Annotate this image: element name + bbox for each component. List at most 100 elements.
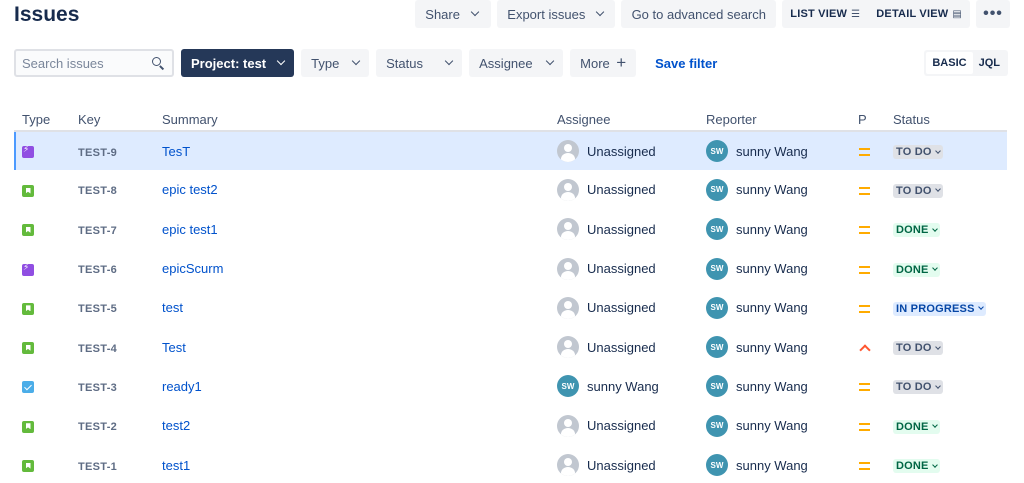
- assignee[interactable]: Unassigned: [557, 454, 706, 477]
- reporter[interactable]: SW sunny Wang: [706, 140, 858, 163]
- reporter[interactable]: SW sunny Wang: [706, 296, 858, 319]
- issue-summary-link[interactable]: test: [162, 300, 183, 315]
- reporter[interactable]: SW sunny Wang: [706, 414, 858, 437]
- assignee-filter-button[interactable]: Assignee: [469, 49, 564, 77]
- issue-summary-link[interactable]: epic test1: [162, 222, 218, 237]
- issue-summary-link[interactable]: ready1: [162, 379, 202, 394]
- status-dropdown[interactable]: IN PROGRESS: [893, 301, 986, 316]
- column-header-reporter[interactable]: Reporter: [706, 107, 858, 132]
- table-row[interactable]: TEST-5 test Unassigned SW sunny Wang IN PROGR…: [14, 288, 1007, 327]
- column-header-type[interactable]: Type: [14, 107, 78, 132]
- unassigned-avatar-icon: [557, 140, 579, 163]
- epic-type-icon: [22, 144, 34, 159]
- issue-summary-link[interactable]: TesT: [162, 144, 190, 159]
- table-row[interactable]: TEST-6 epicScurm Unassigned SW sunny Wang DON…: [14, 249, 1007, 288]
- assignee[interactable]: Unassigned: [557, 414, 706, 437]
- issue-summary-link[interactable]: Test: [162, 340, 186, 355]
- status-filter-button[interactable]: Status: [376, 49, 463, 77]
- search-input[interactable]: [22, 55, 142, 71]
- column-header-status[interactable]: Status: [893, 107, 1007, 132]
- issue-key[interactable]: TEST-2: [78, 421, 117, 433]
- issues-table: Type Key Summary Assignee Reporter P Sta…: [14, 107, 1007, 483]
- reporter[interactable]: SW sunny Wang: [706, 257, 858, 280]
- status-dropdown[interactable]: DONE: [893, 419, 940, 434]
- cell-status: DONE: [893, 249, 1007, 288]
- column-header-key[interactable]: Key: [78, 107, 162, 132]
- reporter-name: sunny Wang: [736, 339, 808, 355]
- assignee[interactable]: Unassigned: [557, 140, 706, 163]
- project-filter-label: Project: test: [191, 55, 267, 71]
- status-dropdown[interactable]: TO DO: [893, 341, 943, 356]
- table-row[interactable]: TEST-2 test2 Unassigned SW sunny Wang DONE: [14, 406, 1007, 445]
- cell-status: TO DO: [893, 131, 1007, 171]
- save-filter-link[interactable]: Save filter: [655, 56, 717, 71]
- avatar: SW: [706, 454, 728, 477]
- export-issues-button[interactable]: Export issues: [497, 0, 616, 28]
- assignee[interactable]: Unassigned: [557, 336, 706, 359]
- jql-mode-button[interactable]: JQL: [973, 52, 1006, 74]
- table-row[interactable]: TEST-4 Test Unassigned SW sunny Wang TO DO: [14, 327, 1007, 366]
- table-row[interactable]: TEST-3 ready1 SW sunny Wang SW sunny Wang TO D…: [14, 367, 1007, 406]
- search-icon[interactable]: [152, 57, 164, 69]
- table-row[interactable]: TEST-8 epic test2 Unassigned SW sunny Wang TO…: [14, 170, 1007, 209]
- type-filter-button[interactable]: Type: [301, 49, 370, 77]
- issue-summary-link[interactable]: test2: [162, 418, 190, 433]
- table-row[interactable]: TEST-9 TesT Unassigned SW sunny Wang TO DO: [14, 131, 1007, 171]
- cell-summary: test2: [162, 406, 557, 445]
- reporter[interactable]: SW sunny Wang: [706, 218, 858, 241]
- status-dropdown[interactable]: TO DO: [893, 183, 943, 198]
- avatar: SW: [706, 257, 728, 280]
- share-button[interactable]: Share: [415, 0, 492, 28]
- assignee[interactable]: Unassigned: [557, 296, 706, 319]
- issue-key[interactable]: TEST-9: [78, 147, 117, 159]
- issue-key[interactable]: TEST-1: [78, 461, 117, 473]
- issue-key[interactable]: TEST-5: [78, 303, 117, 315]
- table-row[interactable]: TEST-1 test1 Unassigned SW sunny Wang DONE: [14, 445, 1007, 483]
- more-filters-button[interactable]: More +: [570, 49, 637, 77]
- issue-key[interactable]: TEST-7: [78, 225, 117, 237]
- status-dropdown[interactable]: TO DO: [893, 145, 943, 160]
- assignee[interactable]: Unassigned: [557, 257, 706, 280]
- issue-key[interactable]: TEST-6: [78, 264, 117, 276]
- reporter[interactable]: SW sunny Wang: [706, 178, 858, 201]
- status-dropdown[interactable]: DONE: [893, 262, 940, 277]
- reporter[interactable]: SW sunny Wang: [706, 336, 858, 359]
- list-view-button[interactable]: LIST VIEW ☰: [790, 8, 860, 20]
- issue-key[interactable]: TEST-4: [78, 343, 117, 355]
- cell-assignee: Unassigned: [557, 406, 706, 445]
- issue-summary-link[interactable]: test1: [162, 458, 190, 473]
- chevron-down-icon: [470, 7, 480, 17]
- project-filter-button[interactable]: Project: test: [181, 49, 295, 77]
- cell-type: [14, 210, 78, 249]
- cell-summary: ready1: [162, 367, 557, 406]
- issue-summary-link[interactable]: epic test2: [162, 182, 218, 197]
- issue-summary-link[interactable]: epicScurm: [162, 261, 223, 276]
- story-type-icon: [22, 460, 34, 473]
- reporter[interactable]: SW sunny Wang: [706, 375, 858, 398]
- assignee[interactable]: SW sunny Wang: [557, 375, 706, 398]
- reporter[interactable]: SW sunny Wang: [706, 454, 858, 477]
- unassigned-avatar-icon: [557, 296, 579, 319]
- status-dropdown[interactable]: DONE: [893, 459, 940, 474]
- issue-key[interactable]: TEST-8: [78, 185, 117, 197]
- assignee-name: Unassigned: [587, 143, 656, 159]
- chevron-down-icon: [934, 383, 941, 389]
- issue-key[interactable]: TEST-3: [78, 382, 117, 394]
- detail-view-button[interactable]: DETAIL VIEW ▤: [876, 8, 962, 20]
- reporter-name: sunny Wang: [736, 418, 808, 434]
- status-dropdown[interactable]: DONE: [893, 223, 940, 238]
- table-row[interactable]: TEST-7 epic test1 Unassigned SW sunny Wang DO…: [14, 210, 1007, 249]
- column-header-priority[interactable]: P: [858, 107, 893, 132]
- cell-reporter: SW sunny Wang: [706, 249, 858, 288]
- cell-priority: [858, 249, 893, 288]
- more-actions-button[interactable]: •••: [976, 0, 1010, 28]
- assignee-name: Unassigned: [587, 418, 656, 434]
- column-header-summary[interactable]: Summary: [162, 107, 557, 132]
- assignee[interactable]: Unassigned: [557, 178, 706, 201]
- reporter-name: sunny Wang: [736, 182, 808, 198]
- status-dropdown[interactable]: TO DO: [893, 380, 943, 395]
- basic-mode-button[interactable]: BASIC: [926, 52, 973, 74]
- column-header-assignee[interactable]: Assignee: [557, 107, 706, 132]
- advanced-search-button[interactable]: Go to advanced search: [621, 0, 777, 28]
- assignee[interactable]: Unassigned: [557, 218, 706, 241]
